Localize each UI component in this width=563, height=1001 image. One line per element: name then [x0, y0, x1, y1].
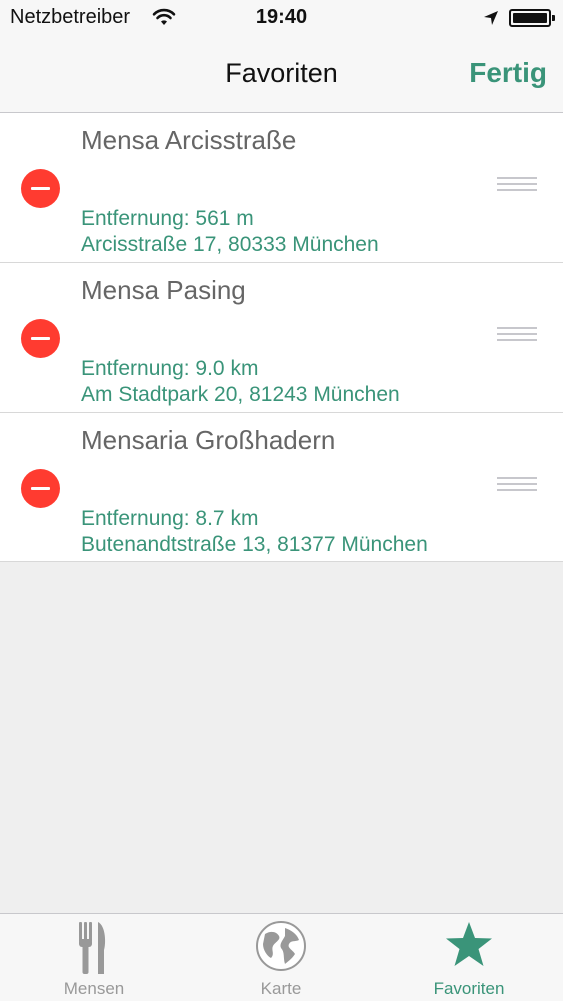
mensa-distance: Entfernung: 8.7 km	[81, 507, 259, 530]
reorder-handle-icon[interactable]	[497, 327, 537, 347]
tab-label: Favoriten	[433, 979, 505, 998]
tab-favoriten[interactable]: Favoriten	[375, 914, 563, 1001]
navigation-bar: Favoriten Fertig	[0, 38, 563, 113]
mensa-address: Butenandtstraße 13, 81377 München	[81, 533, 428, 556]
star-icon	[444, 920, 494, 975]
delete-icon[interactable]	[21, 169, 60, 208]
list-item[interactable]: Mensaria Großhadern Entfernung: 8.7 km B…	[0, 413, 563, 562]
mensa-address: Arcisstraße 17, 80333 München	[81, 233, 379, 256]
mensa-name: Mensa Arcisstraße	[81, 125, 297, 155]
battery-icon	[509, 9, 555, 27]
favorites-list: Mensa Arcisstraße Entfernung: 561 m Arci…	[0, 113, 563, 562]
reorder-handle-icon[interactable]	[497, 477, 537, 497]
delete-icon[interactable]	[21, 469, 60, 508]
mensa-address: Am Stadtpark 20, 81243 München	[81, 383, 400, 406]
mensa-distance: Entfernung: 561 m	[81, 207, 254, 230]
delete-icon[interactable]	[21, 319, 60, 358]
tab-mensen[interactable]: Mensen	[0, 914, 188, 1001]
fork-knife-icon	[78, 920, 110, 981]
mensa-distance: Entfernung: 9.0 km	[81, 357, 259, 380]
tab-karte[interactable]: Karte	[187, 914, 375, 1001]
status-time: 19:40	[255, 6, 308, 28]
list-item[interactable]: Mensa Arcisstraße Entfernung: 561 m Arci…	[0, 113, 563, 263]
mensa-name: Mensaria Großhadern	[81, 425, 336, 455]
mensa-name: Mensa Pasing	[81, 275, 246, 305]
tab-bar: Mensen Karte Favoriten	[0, 913, 563, 1001]
tab-label: Mensen	[63, 979, 125, 998]
tab-label: Karte	[260, 979, 302, 998]
list-item[interactable]: Mensa Pasing Entfernung: 9.0 km Am Stadt…	[0, 263, 563, 413]
done-button[interactable]: Fertig	[469, 57, 547, 89]
reorder-handle-icon[interactable]	[497, 177, 537, 197]
location-arrow-icon	[482, 9, 500, 32]
status-bar: Netzbetreiber 19:40	[0, 0, 563, 38]
globe-icon	[255, 920, 307, 977]
